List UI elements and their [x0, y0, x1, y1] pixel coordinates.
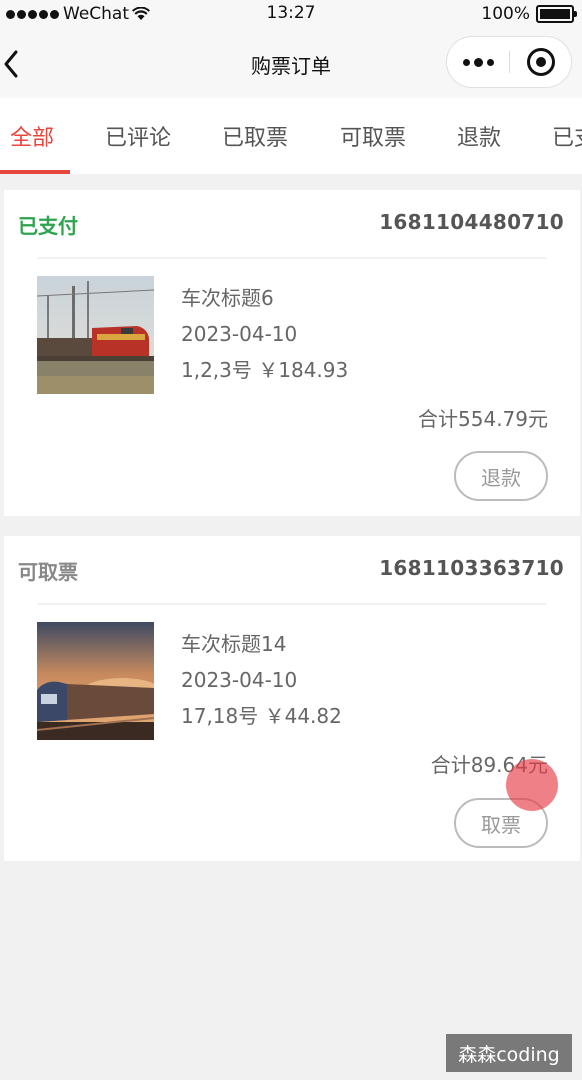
tab-ticket-collected[interactable]: 已取票 [222, 120, 288, 152]
order-number: 1681104480710 [379, 210, 564, 234]
filter-tabs: 全部 已评论 已取票 可取票 退款 已支 [0, 98, 582, 174]
tab-ticket-available[interactable]: 可取票 [340, 120, 406, 152]
travel-date: 2023-04-10 [181, 668, 298, 692]
watermark: 森森coding [446, 1034, 572, 1072]
order-number: 1681103363710 [379, 556, 564, 580]
seats-price: 17,18号 ￥44.82 [181, 704, 342, 728]
more-dot-icon [462, 58, 470, 66]
more-dot-icon [473, 57, 483, 67]
more-button[interactable] [447, 37, 509, 87]
order-info: 车次标题6 2023-04-10 1,2,3号 ￥184.93 [181, 280, 348, 388]
target-icon [527, 48, 555, 76]
order-card[interactable]: 已支付 1681104480710 车次标题6 2023-04-10 1,2,3… [4, 190, 580, 516]
close-mini-program-button[interactable] [510, 37, 572, 87]
nav-bar: 购票订单 [0, 30, 582, 98]
status-right: 100% [481, 4, 577, 24]
seats-price: 1,2,3号 ￥184.93 [181, 358, 349, 382]
refund-button[interactable]: 退款 [454, 451, 548, 501]
more-dot-icon [486, 58, 494, 66]
train-thumbnail [37, 276, 154, 394]
tab-refund[interactable]: 退款 [457, 120, 501, 152]
order-status: 已支付 [18, 214, 78, 238]
order-total: 合计554.79元 [418, 407, 548, 431]
divider [38, 257, 546, 259]
mini-program-capsule [446, 36, 572, 88]
travel-date: 2023-04-10 [181, 322, 298, 346]
order-card[interactable]: 可取票 1681103363710 车次标题14 2023-04-10 17,1… [4, 536, 580, 861]
tab-commented[interactable]: 已评论 [105, 120, 171, 152]
tab-all[interactable]: 全部 [10, 120, 54, 152]
order-info: 车次标题14 2023-04-10 17,18号 ￥44.82 [181, 626, 342, 734]
battery-icon [536, 5, 577, 23]
divider [38, 603, 546, 605]
train-title: 车次标题6 [181, 286, 274, 310]
train-thumbnail [37, 622, 154, 740]
active-tab-indicator [0, 170, 70, 174]
touch-indicator [506, 759, 558, 811]
battery-percent: 100% [481, 4, 530, 24]
tab-paid[interactable]: 已支 [552, 120, 582, 152]
status-bar: WeChat 13:27 100% [0, 0, 582, 30]
order-status: 可取票 [18, 560, 78, 584]
train-title: 车次标题14 [181, 632, 287, 656]
